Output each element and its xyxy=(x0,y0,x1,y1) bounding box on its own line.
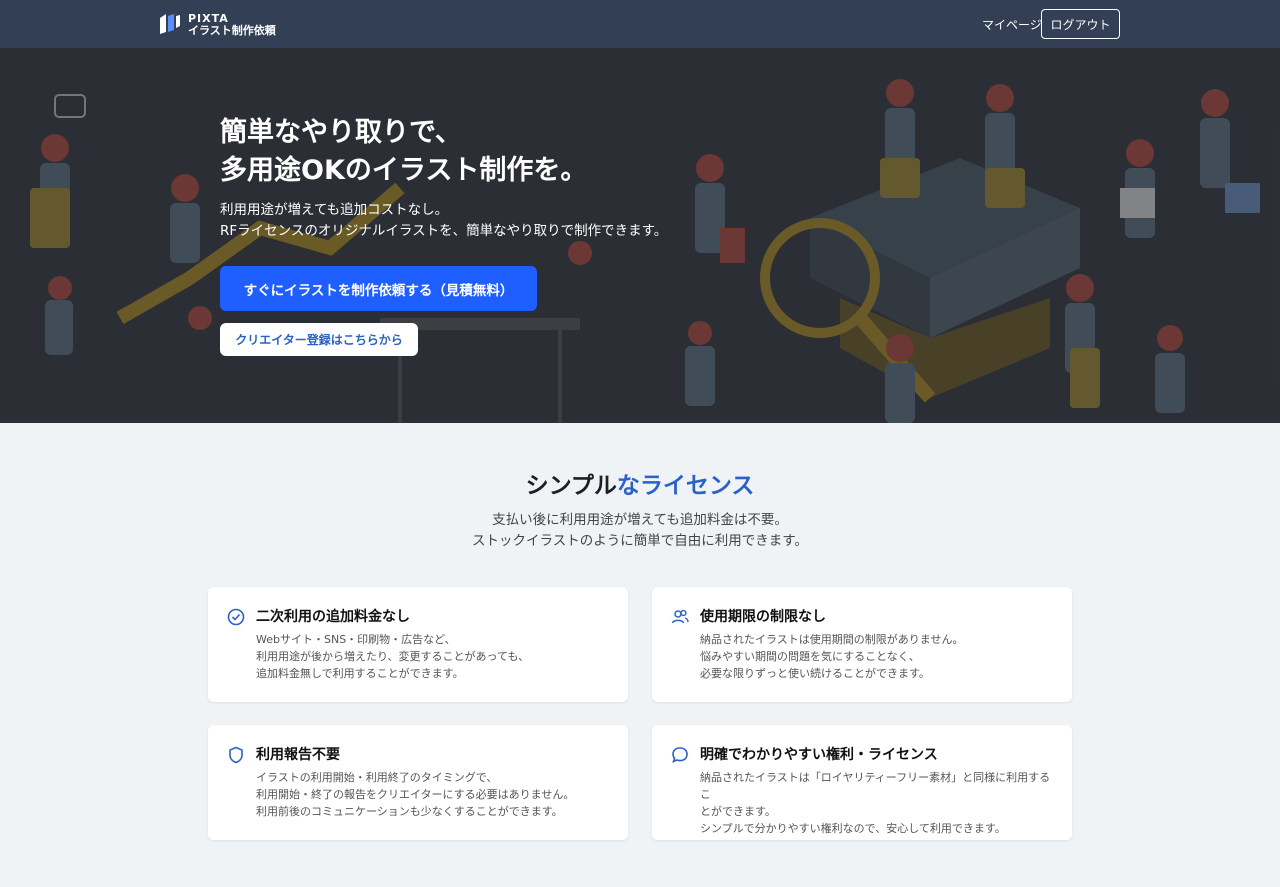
shield-icon xyxy=(229,746,243,764)
request-illustration-button[interactable]: すぐにイラストを制作依頼する（見積無料） xyxy=(220,266,537,311)
card-title: 使用期限の制限なし xyxy=(700,609,826,625)
mypage-link[interactable]: マイページ xyxy=(982,16,1042,33)
logout-button[interactable]: ログアウト xyxy=(1041,9,1120,39)
pixta-logo-icon xyxy=(160,14,180,34)
card-text: 納品されたイラストは「ロイヤリティーフリー素材」と同様に利用するこ とができます… xyxy=(700,771,1051,835)
site-logo[interactable]: PIXTA イラスト制作依頼 xyxy=(158,10,276,38)
feature-card-no-usage-report: 利用報告不要 イラストの利用開始・利用終了のタイミングで、 利用開始・終了の報告… xyxy=(208,725,628,840)
license-section-description: 支払い後に利用用途が増えても追加料金は不要。 ストックイラストのように簡単で自由… xyxy=(472,512,808,549)
card-title: 利用報告不要 xyxy=(256,747,340,763)
hero-title: 簡単なやり取りで、 多用途OKのイラスト制作を。 xyxy=(220,117,588,186)
license-section-title: シンプルなライセンス xyxy=(0,466,1280,500)
card-title: 二次利用の追加料金なし xyxy=(256,609,410,625)
card-text: Webサイト・SNS・印刷物・広告など、 利用用途が後から増えたり、変更すること… xyxy=(256,633,530,680)
creator-register-button[interactable]: クリエイター登録はこちらから xyxy=(220,323,418,356)
card-title: 明確でわかりやすい権利・ライセンス xyxy=(700,747,938,763)
title-accent: なライセンス xyxy=(616,473,755,499)
title-plain: シンプル xyxy=(525,473,617,499)
users-icon xyxy=(671,609,689,624)
feature-card-no-secondary-fee: 二次利用の追加料金なし Webサイト・SNS・印刷物・広告など、 利用用途が後か… xyxy=(208,587,628,702)
logo-brand-text: PIXTA xyxy=(188,11,229,25)
chat-bubble-icon xyxy=(672,747,688,763)
check-badge-icon xyxy=(227,608,245,626)
card-text: イラストの利用開始・利用終了のタイミングで、 利用開始・終了の報告をクリエイター… xyxy=(256,771,575,818)
logo-sub-text: イラスト制作依頼 xyxy=(188,23,276,37)
feature-card-clear-license: 明確でわかりやすい権利・ライセンス 納品されたイラストは「ロイヤリティーフリー素… xyxy=(652,725,1072,840)
hero-section: 簡単なやり取りで、 多用途OKのイラスト制作を。 利用用途が増えても追加コストな… xyxy=(0,48,1280,423)
hero-description: 利用用途が増えても追加コストなし。 RFライセンスのオリジナルイラストを、簡単な… xyxy=(220,202,668,239)
card-text: 納品されたイラストは使用期間の制限がありません。 悩みやすい期間の問題を気にする… xyxy=(700,633,964,680)
feature-card-no-expiry: 使用期限の制限なし 納品されたイラストは使用期間の制限がありません。 悩みやすい… xyxy=(652,587,1072,702)
site-header: PIXTA イラスト制作依頼 マイページ ログアウト xyxy=(0,0,1280,48)
